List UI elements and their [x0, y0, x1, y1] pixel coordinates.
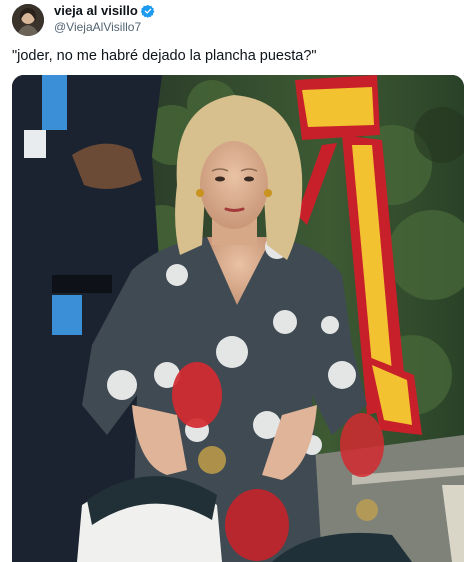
name-row: vieja al visillo — [54, 3, 155, 19]
verified-badge-icon — [140, 4, 155, 18]
user-avatar[interactable] — [12, 4, 44, 36]
tweet-photo[interactable] — [12, 75, 464, 562]
user-handle[interactable]: @ViejaAlVisillo7 — [54, 20, 141, 35]
display-name[interactable]: vieja al visillo — [54, 3, 138, 19]
avatar-image — [12, 4, 44, 36]
tweet-card: vieja al visillo @ViejaAlVisillo7 "joder… — [0, 0, 475, 562]
photo-illustration — [12, 75, 464, 562]
tweet-text: "joder, no me habré dejado la plancha pu… — [12, 48, 317, 64]
